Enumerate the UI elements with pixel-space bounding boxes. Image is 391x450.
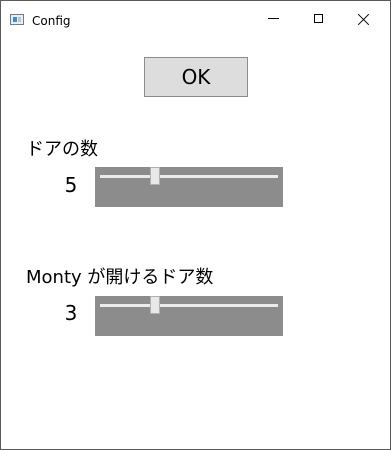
config-window: Config OK ドアの数 5 Monty が開けるドア数 3 [0, 0, 391, 450]
window-title: Config [32, 14, 71, 28]
ok-button[interactable]: OK [144, 57, 248, 97]
monty-open-count-value: 3 [64, 301, 78, 325]
door-count-slider[interactable] [95, 167, 283, 207]
minimize-button[interactable] [251, 1, 296, 32]
door-count-value: 5 [64, 173, 78, 197]
monty-open-count-label: Monty が開けるドア数 [26, 267, 214, 288]
app-window-icon [10, 14, 24, 25]
maximize-icon [314, 14, 323, 23]
minimize-icon [268, 18, 279, 19]
monty-open-count-slider[interactable] [95, 296, 283, 336]
maximize-button[interactable] [296, 1, 341, 32]
title-bar[interactable]: Config [1, 1, 390, 32]
close-icon [358, 13, 370, 25]
door-count-label: ドアの数 [26, 139, 98, 160]
slider-thumb[interactable] [150, 296, 161, 314]
close-button[interactable] [341, 1, 386, 32]
slider-track [100, 175, 278, 178]
slider-track [100, 304, 278, 307]
slider-thumb[interactable] [150, 167, 161, 185]
